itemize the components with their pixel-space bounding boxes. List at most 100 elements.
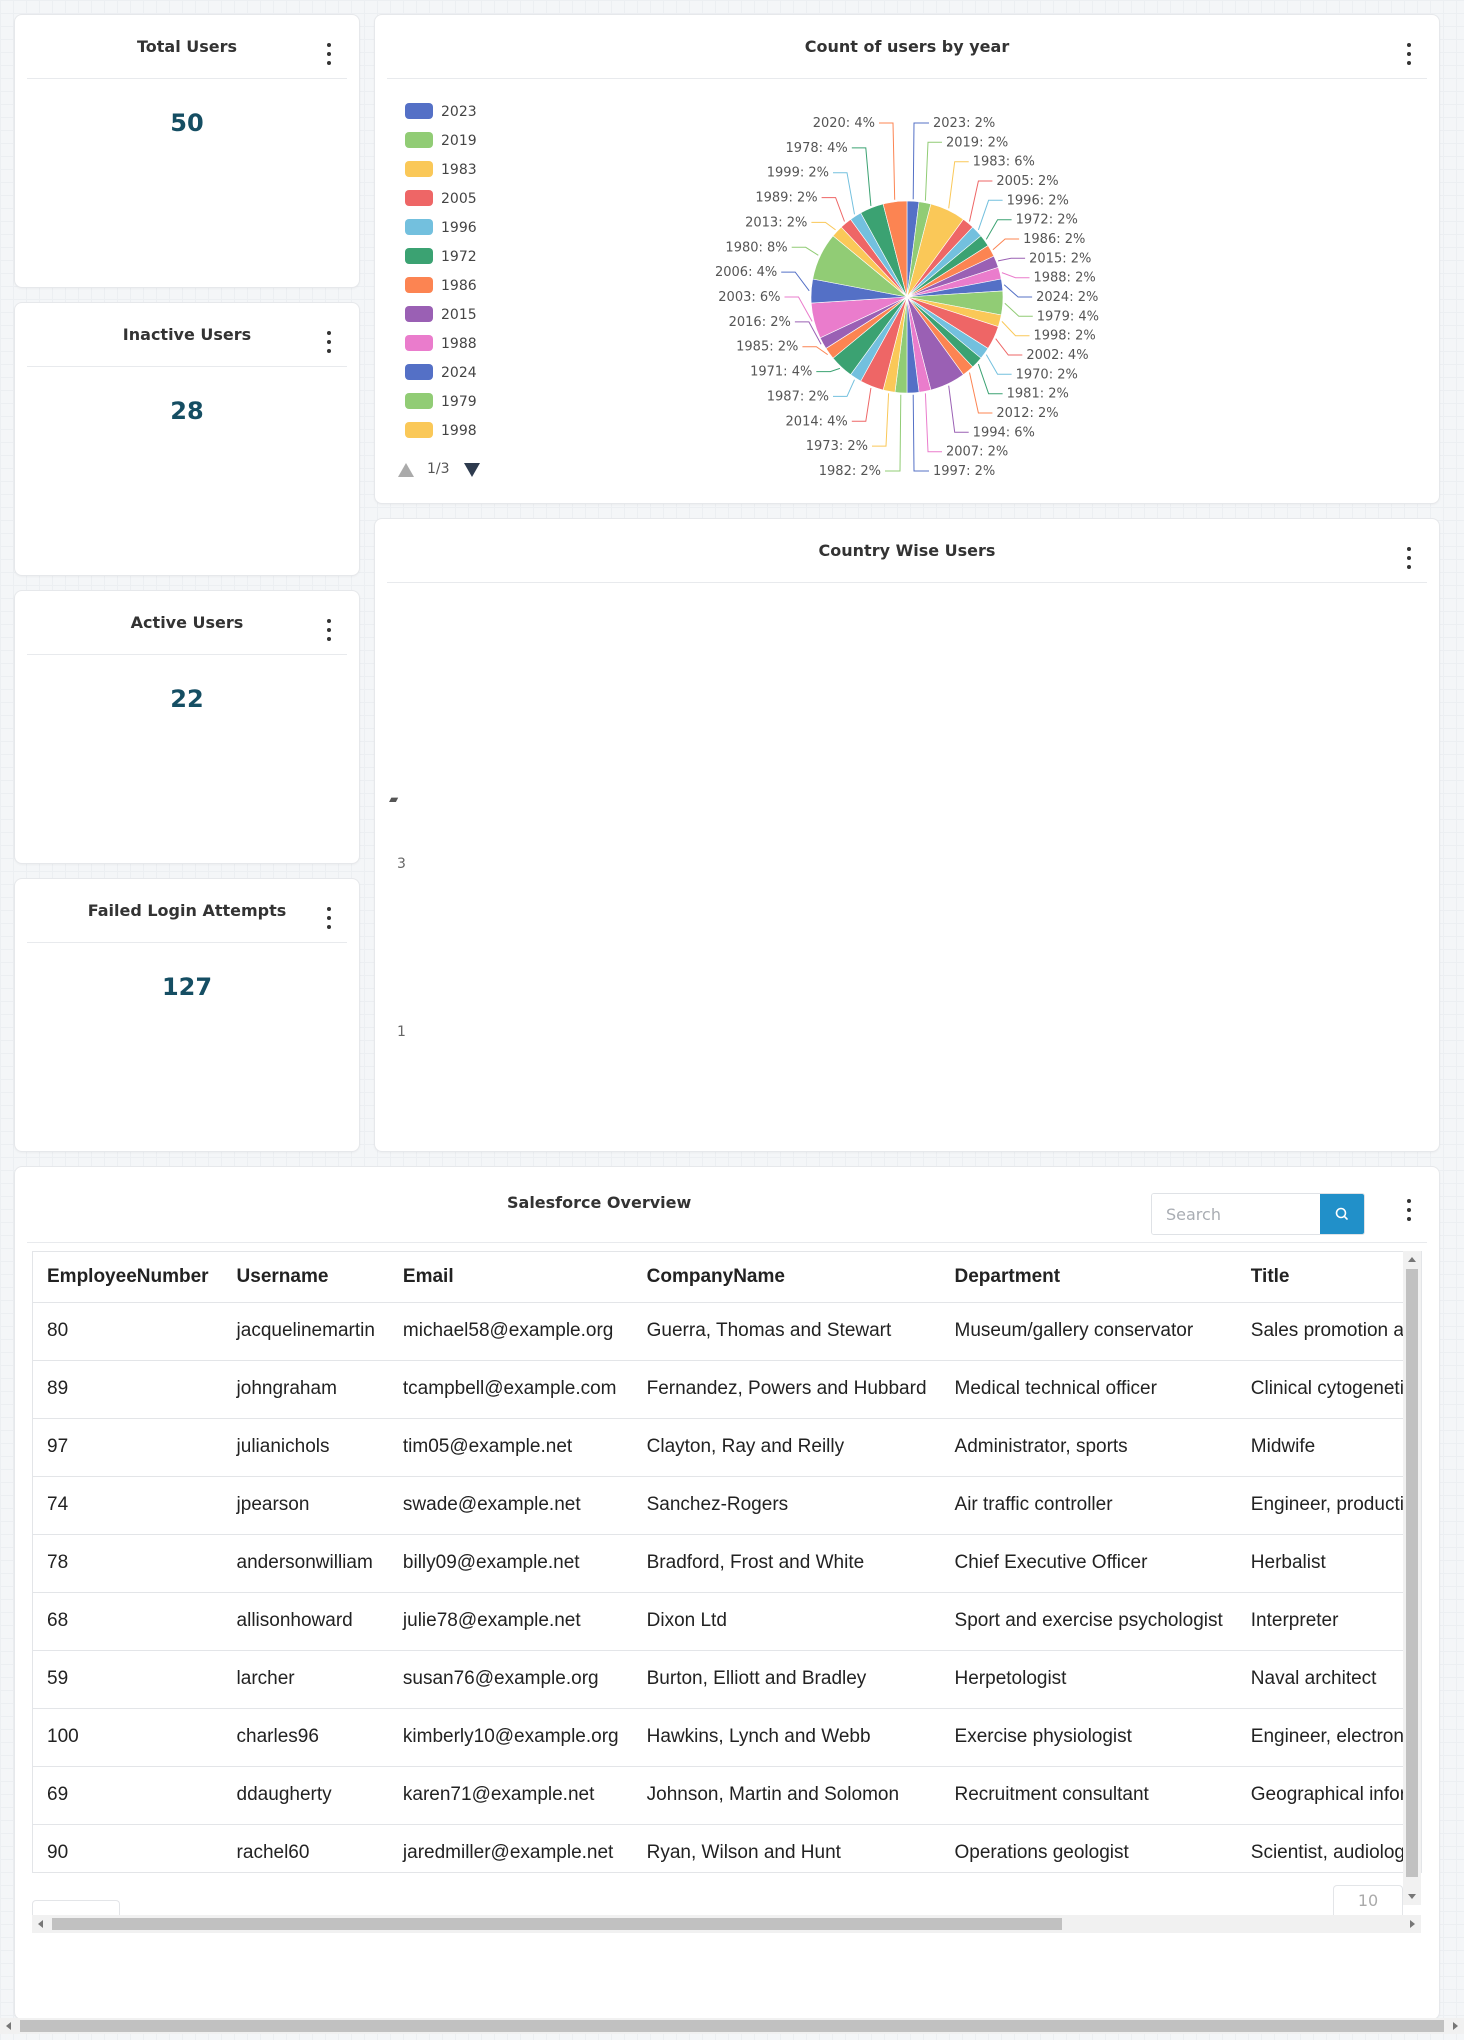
label-leader-line <box>977 363 1003 395</box>
table-cell: michael58@example.org <box>388 1302 633 1361</box>
legend-swatch[interactable] <box>405 132 433 148</box>
slice-label: 1972: 2% <box>1016 213 1078 228</box>
table-row[interactable]: 89 johngraham tcampbell@example.com Fernand… <box>33 1360 1421 1419</box>
search-input[interactable] <box>1152 1194 1320 1234</box>
slice-label: 2014: 4% <box>786 414 848 429</box>
table-row[interactable]: 78 andersonwilliam billy09@example.net Brad… <box>33 1534 1421 1593</box>
more-options-icon[interactable] <box>319 619 339 641</box>
table-row[interactable]: 74 jpearson swade@example.net Sanchez-Roger… <box>33 1476 1421 1535</box>
more-options-icon[interactable] <box>1399 43 1419 65</box>
scroll-up-icon[interactable] <box>1408 1257 1416 1262</box>
legend-item[interactable]: 1988 <box>441 336 477 352</box>
table-header-row: EmployeeNumber Username Email CompanyName De… <box>33 1252 1421 1303</box>
slice-label: 2003: 6% <box>718 290 780 305</box>
scroll-left-icon[interactable] <box>6 2022 11 2030</box>
legend-item[interactable]: 2024 <box>441 365 477 381</box>
table-row[interactable]: 80 jacquelinemartin michael58@example.org G… <box>33 1302 1421 1361</box>
legend-next-icon[interactable] <box>464 463 480 477</box>
table-cell: Sport and exercise psychologist <box>940 1592 1237 1651</box>
slice-label: 1971: 4% <box>750 365 812 380</box>
legend-item[interactable]: 1986 <box>441 278 477 294</box>
column-header[interactable]: Title <box>1236 1252 1421 1303</box>
legend-item[interactable]: 2023 <box>441 104 477 120</box>
more-options-icon[interactable] <box>1399 547 1419 569</box>
legend-item[interactable]: 1996 <box>441 220 477 236</box>
page-horizontal-scrollbar[interactable] <box>0 2018 1464 2034</box>
legend-swatch[interactable] <box>405 190 433 206</box>
legend-swatch[interactable] <box>405 306 433 322</box>
slice-label: 1978: 4% <box>786 141 848 156</box>
slice-label: 2002: 4% <box>1026 348 1088 363</box>
legend-swatch[interactable] <box>405 219 433 235</box>
legend-item[interactable]: 2005 <box>441 191 477 207</box>
slice-label: 1983: 6% <box>973 155 1035 170</box>
table-cell: Sanchez-Rogers <box>632 1476 941 1535</box>
label-leader-line <box>833 379 855 397</box>
slice-label: 1982: 2% <box>819 464 881 479</box>
legend-swatch[interactable] <box>405 364 433 380</box>
table-cell: Administrator, sports <box>940 1418 1237 1477</box>
table-row[interactable]: 97 julianichols tim05@example.net Clayton, … <box>33 1418 1421 1477</box>
slice-label: 2013: 2% <box>745 215 807 230</box>
more-options-icon[interactable] <box>319 43 339 65</box>
scroll-left-icon[interactable] <box>38 1920 43 1928</box>
label-leader-line <box>1001 272 1030 279</box>
column-header[interactable]: Department <box>940 1252 1237 1303</box>
more-options-icon[interactable] <box>1399 1199 1419 1221</box>
legend-swatch[interactable] <box>405 277 433 293</box>
chart-title: Country Wise Users <box>818 541 996 560</box>
legend-item[interactable]: 2015 <box>441 307 477 323</box>
table-cell: Ryan, Wilson and Hunt <box>632 1824 941 1872</box>
legend-swatch[interactable] <box>405 161 433 177</box>
pie-chart: 2023: 2% 2019: 2% 1983: 6% 2005: 2% 1996: 2%… <box>398 103 1099 479</box>
more-options-icon[interactable] <box>319 907 339 929</box>
table-row[interactable]: 69 ddaugherty karen71@example.net Johnson, … <box>33 1766 1421 1825</box>
scrollbar-thumb[interactable] <box>20 2020 1444 2032</box>
legend-swatch[interactable] <box>405 248 433 264</box>
scroll-down-icon[interactable] <box>1408 1894 1416 1899</box>
scroll-right-icon[interactable] <box>1410 1920 1415 1928</box>
label-leader-line <box>969 372 993 414</box>
slice-label: 1973: 2% <box>806 439 868 454</box>
table-row[interactable]: 100 charles96 kimberly10@example.org Hawkin… <box>33 1708 1421 1767</box>
table-cell: Bradford, Frost and White <box>632 1534 941 1593</box>
table-cell: susan76@example.org <box>388 1650 633 1709</box>
table-row[interactable]: 59 larcher susan76@example.org Burton, Elli… <box>33 1650 1421 1709</box>
column-header[interactable]: EmployeeNumber <box>33 1252 223 1303</box>
scroll-right-icon[interactable] <box>1453 2022 1458 2030</box>
legend-item[interactable]: 1998 <box>441 423 477 439</box>
legend-item[interactable]: 1972 <box>441 249 477 265</box>
table-cell: Scientist, audiological <box>1236 1824 1421 1872</box>
table-row[interactable]: 90 rachel60 jaredmiller@example.net Ryan, W… <box>33 1824 1421 1872</box>
legend-item[interactable]: 2019 <box>441 133 477 149</box>
active-users-value: 22 <box>170 685 204 713</box>
column-header[interactable]: Username <box>222 1252 389 1303</box>
column-header[interactable]: Email <box>388 1252 633 1303</box>
slice-label: 1985: 2% <box>736 340 798 355</box>
card-title: Inactive Users <box>122 325 252 344</box>
legend-item[interactable]: 1979 <box>441 394 477 410</box>
table-cell: Museum/gallery conservator <box>940 1302 1237 1361</box>
table-cell: 80 <box>33 1302 223 1361</box>
label-leader-line <box>924 141 942 201</box>
table-cell: ddaugherty <box>222 1766 389 1825</box>
page-size-select[interactable]: 10 <box>1333 1885 1403 1915</box>
table-cell: andersonwilliam <box>222 1534 389 1593</box>
legend-swatch[interactable] <box>405 422 433 438</box>
table-cell: Johnson, Martin and Solomon <box>632 1766 941 1825</box>
legend-pager-text: 1/3 <box>427 461 450 477</box>
table-horizontal-scrollbar[interactable] <box>32 1915 1421 1933</box>
column-header[interactable]: CompanyName <box>632 1252 941 1303</box>
legend-swatch[interactable] <box>405 103 433 119</box>
legend-item[interactable]: 1983 <box>441 162 477 178</box>
legend-swatch[interactable] <box>405 393 433 409</box>
more-options-icon[interactable] <box>319 331 339 353</box>
scrollbar-thumb[interactable] <box>1406 1269 1418 1877</box>
table-row[interactable]: 68 allisonhoward julie78@example.net Dixon … <box>33 1592 1421 1651</box>
table-vertical-scrollbar[interactable] <box>1403 1251 1421 1905</box>
pagination-control[interactable] <box>32 1900 120 1916</box>
search-button[interactable] <box>1320 1194 1364 1234</box>
legend-prev-icon[interactable] <box>398 463 414 477</box>
scrollbar-thumb[interactable] <box>52 1918 1062 1930</box>
legend-swatch[interactable] <box>405 335 433 351</box>
